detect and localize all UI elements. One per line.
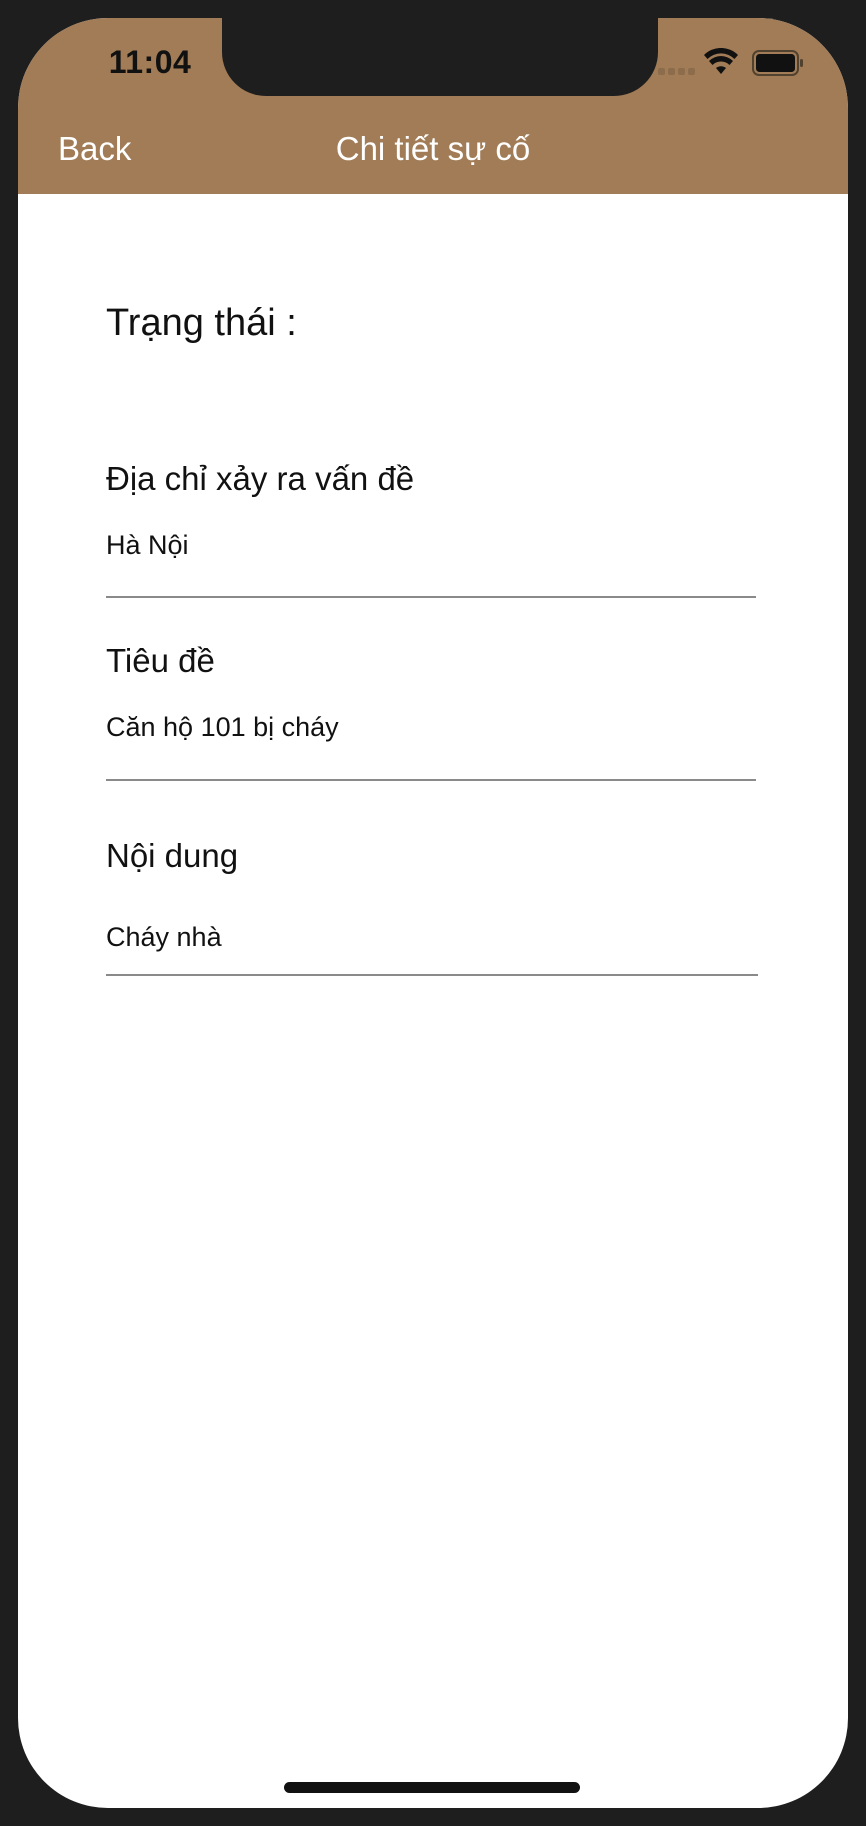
content-label: Nội dung xyxy=(106,837,239,874)
signal-dots-icon xyxy=(658,66,698,76)
address-label: Địa chỉ xảy ra vấn đề xyxy=(106,460,415,497)
battery-icon xyxy=(752,50,803,76)
navigation-bar: 11:04 Back Chi tiết sự cố xyxy=(18,18,848,194)
title-field[interactable] xyxy=(106,712,758,743)
app-screen: 11:04 Back Chi tiết sự cố Trạng thái : Đ… xyxy=(18,18,848,1808)
status-time: 11:04 xyxy=(108,44,192,80)
title-label: Tiêu đề xyxy=(106,642,215,679)
wifi-icon xyxy=(704,48,738,74)
title-underline xyxy=(106,779,756,781)
home-indicator[interactable] xyxy=(284,1782,580,1793)
content-underline xyxy=(106,974,758,976)
address-field[interactable] xyxy=(106,530,758,561)
back-button[interactable]: Back xyxy=(58,130,131,168)
device-notch xyxy=(222,18,658,96)
content-field[interactable] xyxy=(106,922,758,953)
page-title: Chi tiết sự cố xyxy=(335,130,531,167)
status-label: Trạng thái : xyxy=(106,302,297,344)
address-underline xyxy=(106,596,756,598)
device-frame: 11:04 Back Chi tiết sự cố Trạng thái : Đ… xyxy=(0,0,866,1826)
